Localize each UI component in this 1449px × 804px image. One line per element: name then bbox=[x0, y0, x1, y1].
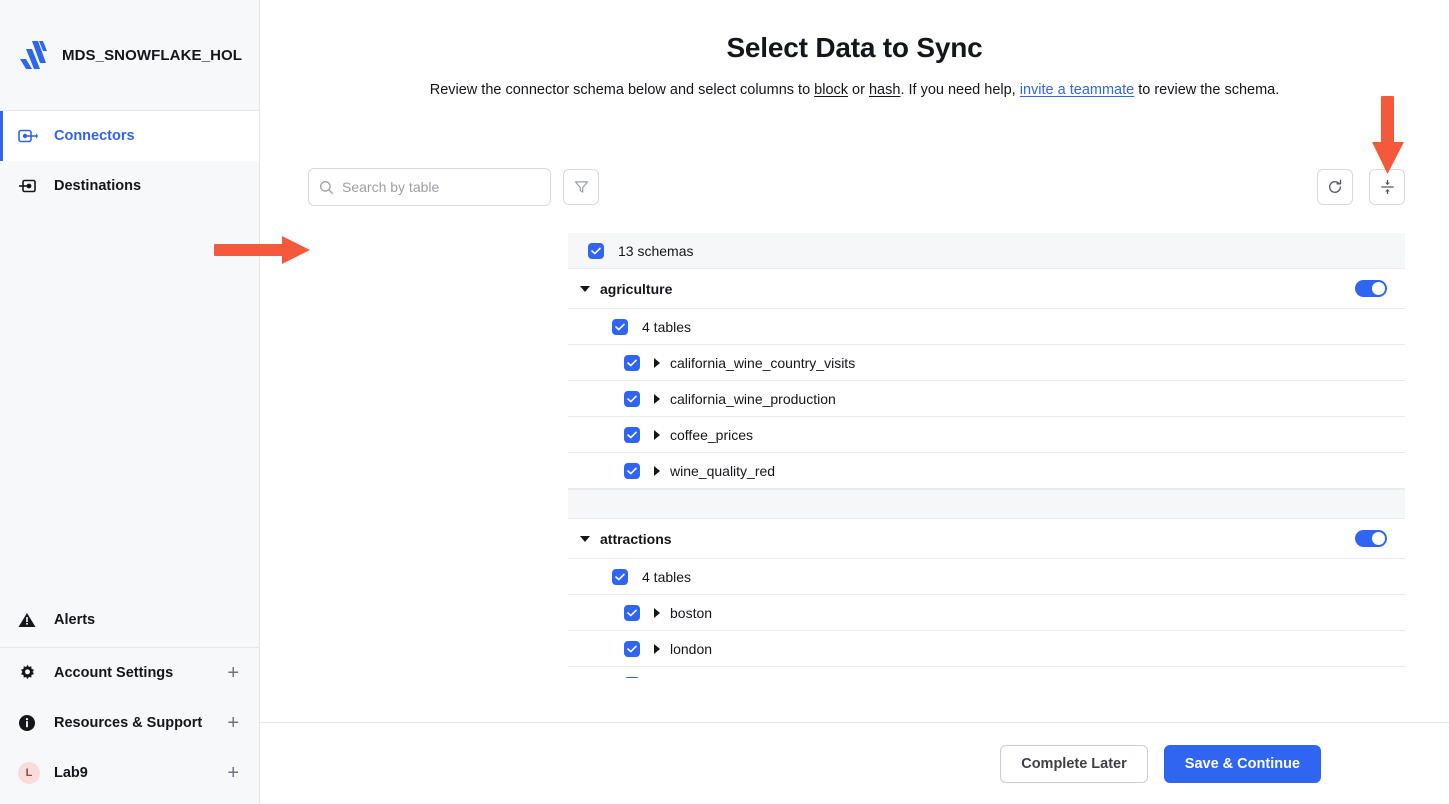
table-checkbox[interactable] bbox=[624, 677, 640, 679]
chevron-right-icon[interactable] bbox=[654, 608, 660, 618]
schema-enable-toggle[interactable] bbox=[1355, 280, 1387, 297]
table-checkbox[interactable] bbox=[624, 463, 640, 479]
chevron-right-icon[interactable] bbox=[654, 358, 660, 368]
chevron-down-icon[interactable] bbox=[580, 536, 590, 542]
toolbar-right-actions bbox=[1317, 169, 1405, 205]
subtitle-or: or bbox=[848, 82, 869, 98]
chevron-right-icon[interactable] bbox=[654, 644, 660, 654]
sidebar-nav: Connectors Destinations bbox=[0, 111, 259, 211]
table-row[interactable]: wine_quality_red bbox=[568, 453, 1405, 489]
table-name: coffee_prices bbox=[670, 427, 753, 443]
table-checkbox[interactable] bbox=[624, 355, 640, 371]
schema-tree: 13 schemas agriculture 4 tables bbox=[568, 233, 1405, 678]
tables-count-label: 4 tables bbox=[642, 569, 691, 585]
app-root: MDS_SNOWFLAKE_HOL Connectors bbox=[0, 0, 1449, 804]
sidebar-bottom: Account Settings + Resources & Support +… bbox=[0, 648, 259, 804]
invite-teammate-link[interactable]: invite a teammate bbox=[1020, 82, 1134, 98]
block-link[interactable]: block bbox=[814, 82, 848, 98]
filter-button[interactable] bbox=[563, 169, 599, 205]
destinations-icon bbox=[18, 175, 42, 197]
chevron-right-icon[interactable] bbox=[654, 394, 660, 404]
add-user-button[interactable]: + bbox=[227, 763, 239, 783]
sidebar-spacer bbox=[0, 211, 259, 593]
refresh-icon bbox=[1327, 179, 1343, 195]
table-row[interactable]: coffee_prices bbox=[568, 417, 1405, 453]
sidebar-item-label-destinations: Destinations bbox=[54, 178, 141, 194]
table-name: california_wine_production bbox=[670, 391, 836, 407]
chevron-right-icon[interactable] bbox=[654, 430, 660, 440]
search-input[interactable] bbox=[342, 179, 540, 195]
sidebar-item-label-user: Lab9 bbox=[54, 765, 88, 781]
sidebar-item-label-account-settings: Account Settings bbox=[54, 665, 173, 681]
search-box[interactable] bbox=[308, 168, 551, 206]
schema-row-agriculture[interactable]: agriculture bbox=[568, 269, 1405, 309]
filter-funnel-icon bbox=[574, 180, 589, 194]
add-account-settings-button[interactable]: + bbox=[227, 663, 239, 683]
avatar: L bbox=[18, 762, 42, 784]
table-row-partial[interactable] bbox=[568, 667, 1405, 678]
table-name: boston bbox=[670, 605, 712, 621]
chevron-down-icon[interactable] bbox=[580, 286, 590, 292]
table-checkbox[interactable] bbox=[624, 391, 640, 407]
sidebar-item-label-alerts: Alerts bbox=[54, 612, 95, 628]
tables-count-label: 4 tables bbox=[642, 319, 691, 335]
refresh-button[interactable] bbox=[1317, 169, 1353, 205]
subtitle-text-2: . If you need help, bbox=[900, 82, 1019, 98]
schema-name: agriculture bbox=[600, 281, 672, 297]
info-circle-icon bbox=[18, 712, 42, 734]
search-icon bbox=[319, 180, 334, 195]
table-name: wine_quality_red bbox=[670, 463, 775, 479]
sidebar-item-alerts[interactable]: Alerts bbox=[0, 593, 259, 647]
save-continue-button[interactable]: Save & Continue bbox=[1164, 745, 1321, 783]
sidebar-brand[interactable]: MDS_SNOWFLAKE_HOL bbox=[0, 0, 259, 111]
sidebar-item-label-resources-support: Resources & Support bbox=[54, 715, 202, 731]
schema-enable-toggle[interactable] bbox=[1355, 530, 1387, 547]
alert-triangle-icon bbox=[18, 609, 42, 631]
schema-toolbar bbox=[308, 168, 1405, 206]
tables-count-row-attractions[interactable]: 4 tables bbox=[568, 559, 1405, 595]
tables-group-checkbox[interactable] bbox=[612, 569, 628, 585]
sidebar: MDS_SNOWFLAKE_HOL Connectors bbox=[0, 0, 260, 804]
complete-later-button[interactable]: Complete Later bbox=[1000, 745, 1148, 783]
page-title: Select Data to Sync bbox=[260, 32, 1449, 64]
avatar-initial: L bbox=[18, 762, 40, 784]
collapse-expand-button[interactable] bbox=[1369, 169, 1405, 205]
sidebar-item-label-connectors: Connectors bbox=[54, 128, 135, 144]
connectors-icon bbox=[18, 125, 42, 147]
schemas-root-checkbox[interactable] bbox=[588, 243, 604, 259]
sidebar-item-account-settings[interactable]: Account Settings + bbox=[0, 648, 259, 698]
page-footer: Complete Later Save & Continue bbox=[260, 722, 1449, 804]
main-content: Select Data to Sync Review the connector… bbox=[260, 0, 1449, 804]
brand-name: MDS_SNOWFLAKE_HOL bbox=[62, 47, 242, 64]
page-subtitle: Review the connector schema below and se… bbox=[260, 82, 1449, 98]
sidebar-item-connectors[interactable]: Connectors bbox=[0, 111, 259, 161]
add-resources-support-button[interactable]: + bbox=[227, 713, 239, 733]
table-row[interactable]: california_wine_production bbox=[568, 381, 1405, 417]
table-row[interactable]: london bbox=[568, 631, 1405, 667]
schema-name: attractions bbox=[600, 531, 672, 547]
subtitle-text-1: Review the connector schema below and se… bbox=[430, 82, 814, 98]
table-row[interactable]: boston bbox=[568, 595, 1405, 631]
chevron-right-icon[interactable] bbox=[654, 466, 660, 476]
table-checkbox[interactable] bbox=[624, 427, 640, 443]
schemas-root-label: 13 schemas bbox=[618, 243, 693, 259]
gear-icon bbox=[18, 662, 42, 684]
schema-separator-row bbox=[568, 489, 1405, 519]
sidebar-item-resources-support[interactable]: Resources & Support + bbox=[0, 698, 259, 748]
tables-group-checkbox[interactable] bbox=[612, 319, 628, 335]
table-checkbox[interactable] bbox=[624, 605, 640, 621]
schemas-root-row[interactable]: 13 schemas bbox=[568, 233, 1405, 269]
fivetran-logo-icon bbox=[18, 39, 48, 71]
table-checkbox[interactable] bbox=[624, 641, 640, 657]
subtitle-text-3: to review the schema. bbox=[1134, 82, 1279, 98]
collapse-expand-icon bbox=[1380, 179, 1395, 195]
tables-count-row-agriculture[interactable]: 4 tables bbox=[568, 309, 1405, 345]
sidebar-item-destinations[interactable]: Destinations bbox=[0, 161, 259, 211]
table-name: california_wine_country_visits bbox=[670, 355, 855, 371]
schema-row-attractions[interactable]: attractions bbox=[568, 519, 1405, 559]
table-row[interactable]: california_wine_country_visits bbox=[568, 345, 1405, 381]
table-name: london bbox=[670, 641, 712, 657]
sidebar-item-user[interactable]: L Lab9 + bbox=[0, 748, 259, 798]
hash-link[interactable]: hash bbox=[869, 82, 900, 98]
